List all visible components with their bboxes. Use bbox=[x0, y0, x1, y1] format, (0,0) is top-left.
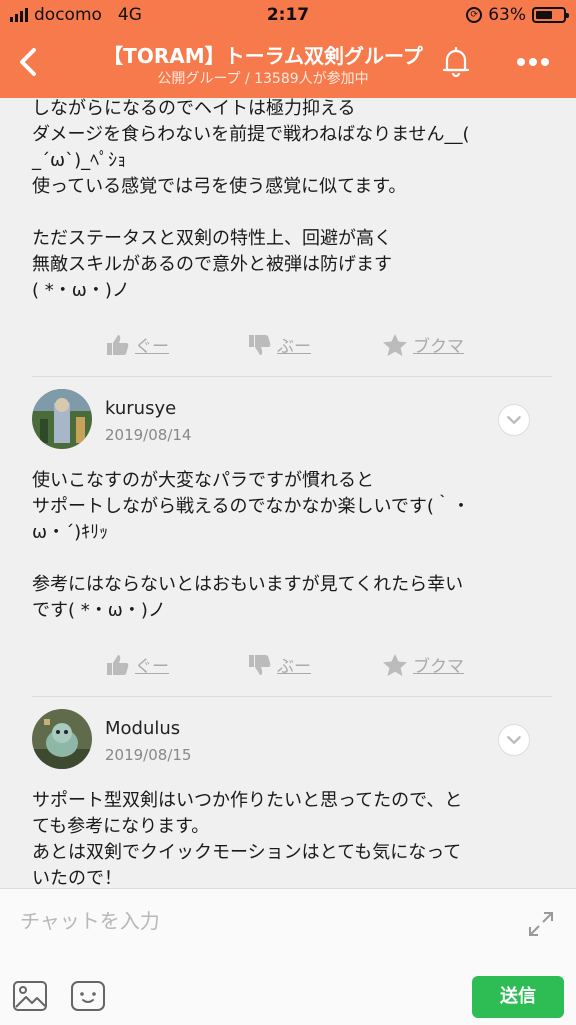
star-icon bbox=[383, 653, 407, 676]
chat-composer: チャットを入力 送信 bbox=[0, 888, 576, 1025]
post-text: サポート型双剣はいつか作りたいと思ってたので、と ても参考になります。 あとは双… bbox=[32, 790, 463, 888]
avatar[interactable] bbox=[32, 389, 92, 449]
post-date: 2019/08/14 bbox=[105, 426, 192, 444]
bookmark-button[interactable]: ブクマ bbox=[382, 332, 464, 357]
expand-icon[interactable] bbox=[526, 909, 556, 939]
battery-percent: 63% bbox=[488, 5, 526, 25]
image-icon[interactable] bbox=[12, 979, 48, 1013]
thumbs-up-icon bbox=[107, 654, 129, 675]
post-text: 使いこなすのが大変なパラですが慣れると サポートしながら戦えるのでなかなか楽しい… bbox=[32, 470, 470, 621]
username[interactable]: kurusye bbox=[105, 398, 176, 419]
chevron-left-icon[interactable] bbox=[10, 44, 46, 80]
chat-header: 【TORAM】トーラム双剣グループ 公開グループ / 13589人が参加中 bbox=[0, 30, 576, 98]
divider bbox=[32, 376, 552, 377]
like-button[interactable]: ぐー bbox=[106, 332, 169, 357]
thumbs-up-icon bbox=[107, 334, 129, 355]
send-button[interactable]: 送信 bbox=[472, 976, 564, 1018]
status-bar: docomo 4G 2:17 ⟳ 63% bbox=[0, 0, 576, 30]
post-text: しながらになるのでヘイトは極力抑える ダメージを食らわないを前提で戦わねばなりま… bbox=[32, 98, 470, 301]
post-actions: ぐー ぶー ブクマ bbox=[106, 652, 526, 680]
thumbs-down-icon bbox=[249, 654, 271, 675]
post-actions: ぐー ぶー ブクマ bbox=[106, 332, 526, 360]
group-subtitle: 公開グループ / 13589人が参加中 bbox=[157, 71, 369, 87]
battery-icon bbox=[532, 7, 569, 23]
like-label: ぐー bbox=[135, 337, 169, 357]
more-dots-icon[interactable] bbox=[508, 44, 558, 80]
group-title: 【TORAM】トーラム双剣グループ bbox=[103, 44, 423, 68]
thumbs-down-icon bbox=[249, 334, 271, 355]
status-right: ⟳ 63% bbox=[466, 5, 569, 25]
post-date: 2019/08/15 bbox=[105, 746, 192, 764]
username[interactable]: Modulus bbox=[105, 718, 180, 739]
dislike-button[interactable]: ぶー bbox=[248, 652, 311, 677]
dislike-button[interactable]: ぶー bbox=[248, 332, 311, 357]
like-label: ぐー bbox=[135, 657, 169, 677]
message-list[interactable]: しながらになるのでヘイトは極力抑える ダメージを食らわないを前提で戦わねばなりま… bbox=[0, 98, 576, 888]
chevron-down-icon[interactable] bbox=[498, 724, 530, 756]
dislike-label: ぶー bbox=[277, 657, 311, 677]
dislike-label: ぶー bbox=[277, 337, 311, 357]
star-icon bbox=[383, 333, 407, 356]
bookmark-label: ブクマ bbox=[413, 657, 464, 677]
like-button[interactable]: ぐー bbox=[106, 652, 169, 677]
chat-input[interactable]: チャットを入力 bbox=[20, 905, 160, 934]
emoji-icon[interactable] bbox=[70, 979, 106, 1013]
bookmark-label: ブクマ bbox=[413, 337, 464, 357]
bookmark-button[interactable]: ブクマ bbox=[382, 652, 464, 677]
bell-icon[interactable] bbox=[438, 44, 474, 80]
rotation-lock-icon: ⟳ bbox=[466, 7, 483, 23]
avatar[interactable] bbox=[32, 709, 92, 769]
chevron-down-icon[interactable] bbox=[498, 404, 530, 436]
divider bbox=[32, 696, 552, 697]
